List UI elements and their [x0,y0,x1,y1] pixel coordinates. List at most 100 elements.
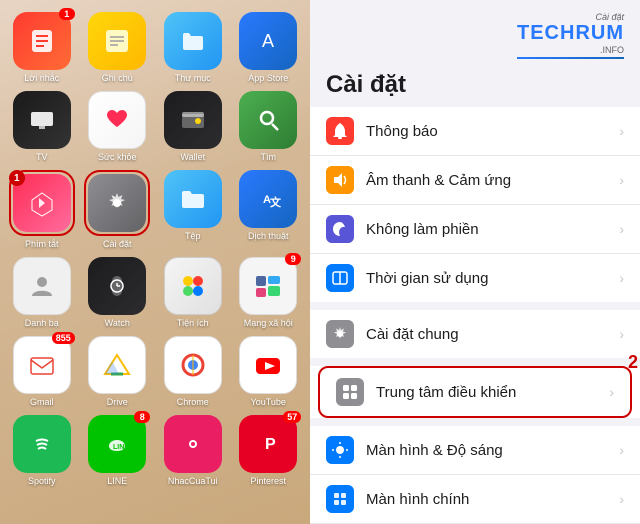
app-icon-reminders [13,12,71,70]
app-label-tv: TV [36,152,48,162]
app-item-nhaccuatui[interactable]: NhacCuaTui [159,415,227,486]
chevron-icon-general: › [619,326,624,342]
app-label-nhaccuatui: NhacCuaTui [168,476,218,486]
settings-section-2: Trung tâm điều khiển › 2 [310,366,640,418]
app-item-contacts[interactable]: Danh bạ [8,257,76,328]
settings-item-general[interactable]: Cài đặt chung › [310,310,640,358]
app-icon-gmail [13,336,71,394]
app-grid: 1 Lời nhắc Ghi chú Thư mục A App Store [8,12,302,486]
settings-icon-screentime [326,264,354,292]
app-item-utilities[interactable]: Tiện ích [159,257,227,328]
app-label-shortcuts: Phím tắt [25,239,59,249]
app-item-watch[interactable]: Watch [84,257,152,328]
svg-text:LINE: LINE [113,444,129,451]
settings-item-donotdisturb[interactable]: Không làm phiền › [310,205,640,254]
settings-label-screentime: Thời gian sử dụng [366,270,619,287]
app-label-notes: Ghi chú [102,73,133,83]
chevron-icon-screentime: › [619,270,624,286]
settings-item-sounds[interactable]: Âm thanh & Cảm ứng › [310,156,640,205]
chevron-icon-display: › [619,442,624,458]
app-item-health[interactable]: Sức khỏe [84,91,152,162]
app-item-pinterest[interactable]: P 57 Pinterest [235,415,303,486]
techrum-sub: .INFO [600,45,624,55]
settings-icon-notifications [326,117,354,145]
app-item-folder[interactable]: Tệp [159,170,227,249]
app-item-notes[interactable]: Ghi chú [84,12,152,83]
settings-label-general: Cài đặt chung [366,326,619,343]
app-item-social[interactable]: 9 Mạng xã hội [235,257,303,328]
app-icon-health [88,91,146,149]
chevron-icon-donotdisturb: › [619,221,624,237]
app-item-spotify[interactable]: Spotify [8,415,76,486]
number-label-shortcuts: 1 [9,170,25,186]
settings-panel: Cài đặt TECHRUM .INFO Cài đặt Thông báo … [310,0,640,524]
settings-icon-homescreen [326,485,354,513]
settings-icon-sounds [326,166,354,194]
app-item-reminders[interactable]: 1 Lời nhắc [8,12,76,83]
app-label-drive: Drive [107,397,128,407]
badge-social: 9 [285,253,301,265]
badge-pinterest: 57 [283,411,301,423]
svg-text:P: P [265,436,276,453]
app-item-tv[interactable]: TV [8,91,76,162]
settings-icon-donotdisturb [326,215,354,243]
settings-label-sounds: Âm thanh & Cảm ứng [366,172,619,189]
app-label-files: Thư mục [175,73,211,83]
app-icon-files [164,12,222,70]
app-label-spotify: Spotify [28,476,56,486]
settings-section-3: Màn hình & Độ sáng › Màn hình chính › Tr… [310,426,640,524]
app-icon-find [239,91,297,149]
settings-icon-general [326,320,354,348]
app-icon-utilities [164,257,222,315]
app-icon-settings [88,174,146,232]
settings-item-screentime[interactable]: Thời gian sử dụng › [310,254,640,302]
app-label-chrome: Chrome [177,397,209,407]
app-icon-line: LINE [88,415,146,473]
app-label-wallet: Wallet [180,152,205,162]
app-item-files[interactable]: Thư mục [159,12,227,83]
settings-label-display: Màn hình & Độ sáng [366,442,619,459]
app-item-shortcuts[interactable]: 1 Phím tắt [8,170,76,249]
app-label-line: LINE [107,476,127,486]
app-icon-watch [88,257,146,315]
app-icon-nhaccuatui [164,415,222,473]
app-icon-contacts [13,257,71,315]
app-item-youtube[interactable]: YouTube [235,336,303,407]
settings-header: Cài đặt TECHRUM .INFO [310,0,640,67]
settings-label-notifications: Thông báo [366,123,619,140]
app-label-contacts: Danh bạ [25,318,59,328]
app-item-drive[interactable]: Drive [84,336,152,407]
app-item-chrome[interactable]: Chrome [159,336,227,407]
app-icon-wallet [164,91,222,149]
number-2-label: 2 [628,352,638,373]
iphone-screen: 1 Lời nhắc Ghi chú Thư mục A App Store [0,0,310,524]
app-item-translate[interactable]: A文 Dịch thuật [235,170,303,249]
settings-item-display[interactable]: Màn hình & Độ sáng › [310,426,640,475]
settings-title: Cài đặt [310,67,640,107]
chevron-icon-homescreen: › [619,491,624,507]
app-icon-youtube [239,336,297,394]
app-item-appstore[interactable]: A App Store [235,12,303,83]
chevron-icon-notifications: › [619,123,624,139]
app-item-line[interactable]: LINE 8 LINE [84,415,152,486]
settings-label-donotdisturb: Không làm phiền [366,221,619,238]
app-icon-translate: A文 [239,170,297,228]
app-label-reminders: Lời nhắc [24,73,59,83]
badge-gmail: 855 [52,332,75,344]
app-icon-tv [13,91,71,149]
svg-text:A: A [262,31,274,51]
app-icon-chrome [164,336,222,394]
app-item-settings[interactable]: Cài đặt [84,170,152,249]
settings-item-homescreen[interactable]: Màn hình chính › [310,475,640,524]
app-item-find[interactable]: Tìm [235,91,303,162]
settings-section-0: Thông báo › Âm thanh & Cảm ứng › Không l… [310,107,640,302]
settings-item-notifications[interactable]: Thông báo › [310,107,640,156]
settings-item-controlcenter[interactable]: Trung tâm điều khiển › [318,366,632,418]
settings-label-controlcenter: Trung tâm điều khiển [376,384,609,401]
app-item-wallet[interactable]: Wallet [159,91,227,162]
badge-line: 8 [134,411,150,423]
app-item-gmail[interactable]: 855 Gmail [8,336,76,407]
app-label-translate: Dịch thuật [248,231,289,241]
app-label-watch: Watch [105,318,130,328]
app-label-youtube: YouTube [251,397,286,407]
